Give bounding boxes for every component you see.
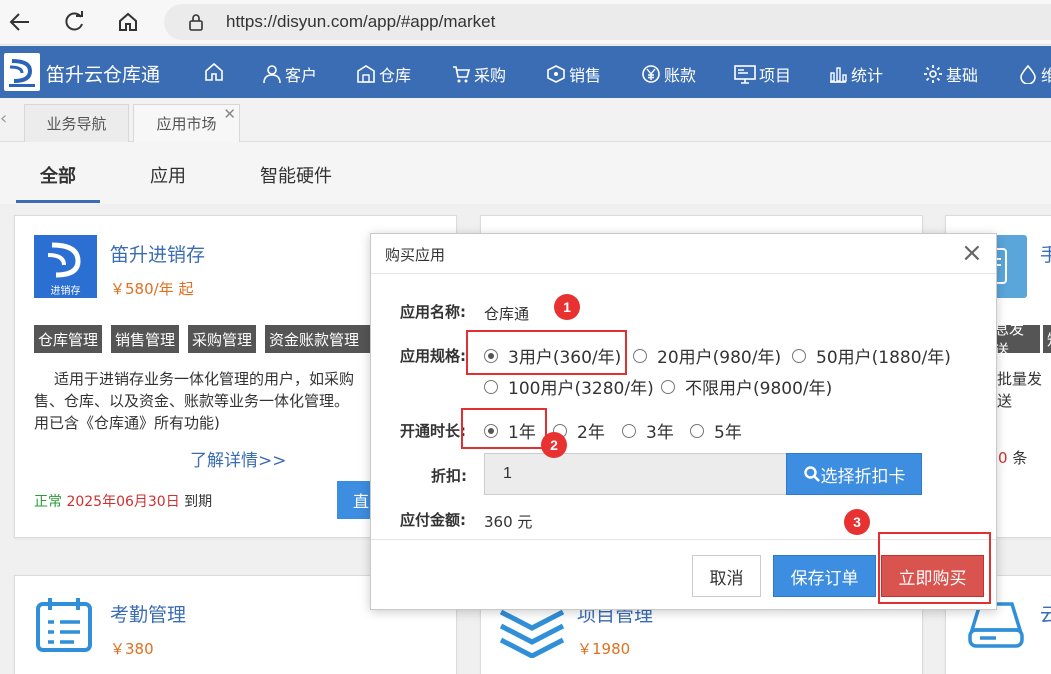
active-tab-indicator	[16, 200, 100, 203]
highlight-box-duration	[461, 408, 547, 449]
radio-dot	[633, 348, 647, 363]
step-marker-3: 3	[844, 509, 870, 535]
card-title[interactable]: 笛升进销存	[110, 240, 205, 267]
app-name-value: 仓库通	[484, 305, 530, 323]
spec-radio-50-users[interactable]: 50用户(1880/年)	[792, 343, 951, 368]
duration-radio-5-years[interactable]: 5年	[690, 418, 742, 443]
category-hardware[interactable]: 智能硬件	[260, 162, 332, 188]
back-arrow-icon[interactable]	[6, 8, 34, 36]
nav-project[interactable]: 项目	[734, 62, 791, 86]
card-desc-line: 批量发送	[997, 370, 1043, 410]
jxc-logo-text: 进销存	[50, 286, 81, 297]
feature-tag: 资金账款管理	[265, 325, 371, 353]
category-tabs: 全部 应用 智能硬件	[0, 142, 1051, 204]
discount-label: 折扣:	[431, 467, 467, 485]
sms-count: 0 条	[998, 449, 1028, 467]
card-title[interactable]: 考勤管理	[110, 600, 186, 627]
tab-business-nav[interactable]: 业务导航	[24, 104, 129, 142]
category-apps[interactable]: 应用	[150, 162, 186, 188]
card-price: ￥1980	[577, 640, 631, 658]
home-icon[interactable]	[114, 8, 142, 36]
radio-dot	[661, 379, 675, 394]
nav-accounts[interactable]: 账款	[641, 62, 696, 86]
nav-customer[interactable]: 客户	[262, 62, 317, 86]
radio-dot	[690, 423, 704, 438]
subscription-status: 正常 2025年06月30日 到期	[34, 494, 213, 510]
nav-sales[interactable]: 销售	[546, 62, 601, 86]
warehouse-icon	[357, 65, 375, 83]
nav-warehouse[interactable]: 仓库	[356, 62, 411, 86]
nav-home[interactable]	[204, 62, 227, 82]
dialog-title: 购买应用	[385, 246, 446, 264]
learn-more-link[interactable]: 了解详情>>	[190, 446, 287, 471]
card-desc-line: 适用于进销存业务一体化管理的用户，如采购	[54, 370, 355, 388]
close-icon[interactable]: ×	[961, 238, 983, 268]
tab-app-market[interactable]: 应用市场 ✕	[133, 104, 240, 142]
search-icon	[803, 466, 820, 482]
drop-icon	[1020, 64, 1036, 84]
duration-label: 开通时长:	[400, 422, 466, 440]
nav-maintenance[interactable]: 维	[1018, 62, 1051, 86]
cart-icon	[453, 66, 471, 83]
yen-coin-icon	[642, 65, 660, 83]
amount-label: 应付金额:	[400, 511, 466, 529]
card-desc-line: 用已含《仓库通》所有功能)	[34, 414, 220, 432]
user-icon	[263, 65, 281, 84]
feature-tag: 仓库管理	[34, 325, 103, 353]
lock-icon	[189, 14, 203, 31]
tab-scroll-left-icon[interactable]: ‹	[0, 108, 7, 129]
card-price: ￥580/年 起	[110, 280, 194, 298]
card-title-partial[interactable]: 手	[1040, 240, 1051, 267]
gear-icon	[924, 65, 942, 83]
save-order-button[interactable]: 保存订单	[773, 555, 876, 597]
radio-dot	[792, 348, 806, 363]
card-desc-line: 售、仓库、以及资金、账款等业务一体化管理。	[34, 392, 350, 410]
calendar-icon	[34, 596, 94, 658]
highlight-box-buy	[878, 532, 991, 604]
card-price: ￥380	[110, 640, 154, 658]
amount-value: 360 元	[484, 513, 533, 531]
app-name-label: 应用名称:	[400, 303, 466, 321]
nav-purchase[interactable]: 采购	[451, 62, 506, 86]
card-title-partial[interactable]: 云	[1040, 600, 1051, 627]
radio-dot	[484, 379, 498, 394]
highlight-box-spec	[466, 330, 627, 375]
step-marker-2: 2	[541, 432, 567, 458]
step-marker-1: 1	[554, 294, 580, 320]
browser-toolbar: https://disyun.com/app/#app/market	[0, 0, 1051, 45]
feature-tag: 采购管理	[188, 325, 257, 353]
spec-radio-20-users[interactable]: 20用户(980/年)	[633, 343, 781, 368]
home-icon	[205, 62, 223, 81]
category-all[interactable]: 全部	[40, 162, 76, 188]
monitor-icon	[734, 65, 756, 84]
page-tab-strip: ‹ 业务导航 应用市场 ✕	[0, 98, 1051, 142]
radio-dot	[622, 423, 636, 438]
discount-input[interactable]	[484, 453, 787, 495]
jxc-logo: 进销存	[34, 235, 97, 298]
nav-basic[interactable]: 基础	[923, 62, 978, 86]
nav-statistics[interactable]: 统计	[828, 62, 883, 86]
select-discount-card-button[interactable]: 选择折扣卡	[786, 453, 922, 495]
tab-close-icon[interactable]: ✕	[223, 105, 236, 123]
tag-icon	[547, 65, 565, 83]
app-header: 笛升云仓库通 客户 仓库 采购 销售 账款 项目 统计 基础 维	[0, 46, 1051, 98]
spec-radio-unlimited[interactable]: 不限用户(9800/年)	[661, 374, 832, 399]
spec-radio-100-users[interactable]: 100用户(3280/年)	[484, 374, 654, 399]
feature-tag: 息发送	[990, 320, 1040, 359]
bar-chart-icon	[830, 67, 847, 83]
url-text: https://disyun.com/app/#app/market	[226, 12, 496, 31]
duration-radio-3-years[interactable]: 3年	[622, 418, 674, 443]
brand-logo	[4, 53, 40, 91]
reload-icon[interactable]	[60, 8, 88, 36]
spec-label: 应用规格:	[400, 347, 466, 365]
feature-tag: 销售管理	[111, 325, 180, 353]
address-bar[interactable]: https://disyun.com/app/#app/market	[164, 4, 1051, 40]
brand-name: 笛升云仓库通	[46, 64, 161, 86]
cancel-button[interactable]: 取消	[692, 555, 761, 597]
feature-tag: 知	[1043, 325, 1051, 353]
dialog-header: 购买应用 ×	[371, 234, 996, 274]
